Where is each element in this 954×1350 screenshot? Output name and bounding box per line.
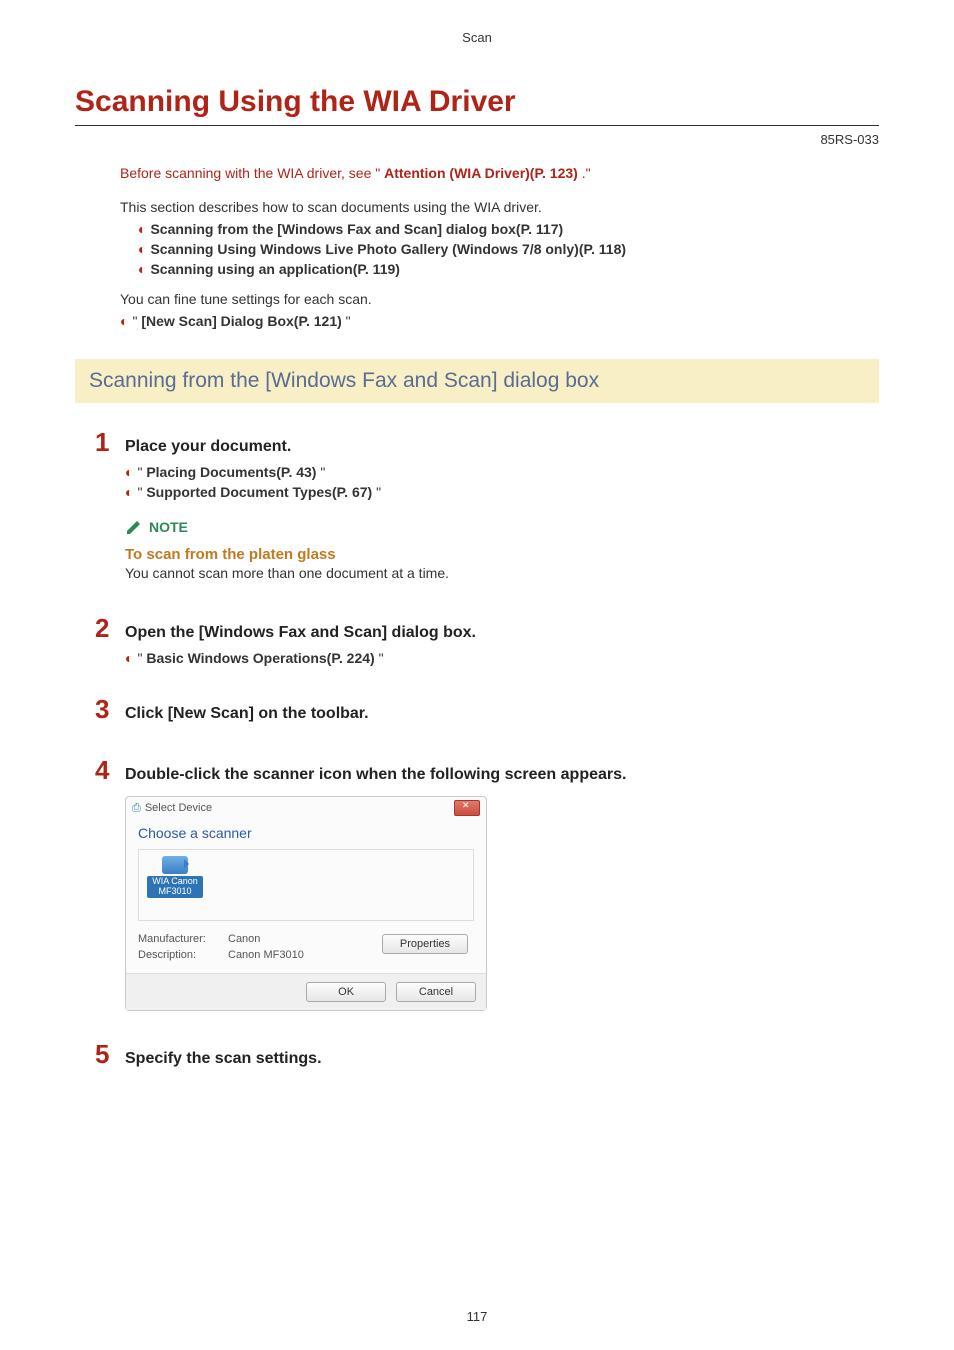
step-3-title: Click [New Scan] on the toolbar. (125, 705, 369, 723)
step-1-number: 1 (95, 429, 125, 455)
step-5: 5 Specify the scan settings. (95, 1041, 879, 1068)
bullet-icon: ◐ (125, 650, 133, 666)
step-5-title: Specify the scan settings. (125, 1050, 322, 1068)
intro2-link[interactable]: ◐" [New Scan] Dialog Box(P. 121) " (120, 313, 859, 329)
step-3: 3 Click [New Scan] on the toolbar. (95, 696, 879, 723)
warning-line: Before scanning with the WIA driver, see… (120, 165, 859, 181)
properties-button[interactable]: Properties (382, 934, 468, 954)
breadcrumb: Scan (75, 30, 879, 45)
step-4: 4 Double-click the scanner icon when the… (95, 757, 879, 784)
bullet-icon: ◐ (138, 261, 146, 277)
intro-link-1-text: Scanning from the [Windows Fax and Scan]… (150, 221, 563, 237)
bullet-icon: ◐ (138, 221, 146, 237)
description-key: Description: (138, 949, 228, 961)
intro2-link-text: [New Scan] Dialog Box(P. 121) (141, 313, 341, 329)
page-number: 117 (0, 1309, 954, 1324)
scanner-device-item[interactable]: WIA Canon MF3010 (147, 856, 203, 898)
step-4-title: Double-click the scanner icon when the f… (125, 766, 626, 784)
step-2-number: 2 (95, 615, 125, 641)
bullet-icon: ◐ (125, 484, 133, 500)
cancel-button[interactable]: Cancel (396, 982, 476, 1002)
scanner-device-label: WIA Canon MF3010 (147, 876, 203, 898)
bullet-icon: ◐ (120, 313, 128, 329)
note-label: NOTE (125, 518, 545, 536)
step-1-title: Place your document. (125, 438, 291, 456)
dialog-title: Select Device (145, 802, 212, 814)
select-device-dialog: ⎙ Select Device Choose a scanner WIA Can… (125, 796, 487, 1011)
step-1: 1 Place your document. (95, 429, 879, 456)
warning-pre: Before scanning with the WIA driver, see… (120, 165, 384, 181)
warning-post: ." (578, 165, 591, 181)
step-2: 2 Open the [Windows Fax and Scan] dialog… (95, 615, 879, 642)
bullet-icon: ◐ (138, 241, 146, 257)
pencil-icon (125, 518, 143, 536)
dialog-footer: OK Cancel (126, 973, 486, 1010)
dialog-heading: Choose a scanner (138, 825, 474, 841)
page-title: Scanning Using the WIA Driver (75, 85, 879, 126)
step1-link-2-text: Supported Document Types(P. 67) (146, 484, 372, 500)
note-subtitle: To scan from the platen glass (125, 546, 545, 563)
step1-link-1-text: Placing Documents(P. 43) (146, 464, 316, 480)
dialog-titlebar: ⎙ Select Device (126, 797, 486, 819)
step1-link-2[interactable]: ◐" Supported Document Types(P. 67) " (125, 484, 879, 500)
intro-link-2[interactable]: ◐Scanning Using Windows Live Photo Galle… (138, 241, 859, 257)
step-5-number: 5 (95, 1041, 125, 1067)
scanner-list: WIA Canon MF3010 (138, 849, 474, 921)
section-heading: Scanning from the [Windows Fax and Scan]… (75, 359, 879, 403)
step-3-number: 3 (95, 696, 125, 722)
note-body: You cannot scan more than one document a… (125, 565, 545, 581)
intro-link-3-text: Scanning using an application(P. 119) (150, 261, 399, 277)
step1-link-1[interactable]: ◐" Placing Documents(P. 43) " (125, 464, 879, 480)
manufacturer-key: Manufacturer: (138, 933, 228, 945)
scanner-mini-icon: ⎙ (132, 802, 141, 815)
intro-text-2: You can fine tune settings for each scan… (120, 291, 859, 307)
q-open: " (132, 313, 141, 329)
note-label-text: NOTE (149, 519, 188, 535)
ok-button[interactable]: OK (306, 982, 386, 1002)
note-block: NOTE To scan from the platen glass You c… (125, 518, 545, 581)
warning-link[interactable]: Attention (WIA Driver)(P. 123) (384, 165, 578, 181)
step2-link-1-text: Basic Windows Operations(P. 224) (146, 650, 374, 666)
intro-link-2-text: Scanning Using Windows Live Photo Galler… (150, 241, 626, 257)
intro-link-1[interactable]: ◐Scanning from the [Windows Fax and Scan… (138, 221, 859, 237)
scanner-icon (162, 856, 188, 874)
doc-id: 85RS-033 (75, 132, 879, 147)
bullet-icon: ◐ (125, 464, 133, 480)
manufacturer-value: Canon (228, 933, 260, 945)
q-close: " (342, 313, 351, 329)
description-value: Canon MF3010 (228, 949, 304, 961)
step2-link-1[interactable]: ◐" Basic Windows Operations(P. 224) " (125, 650, 879, 666)
step-2-title: Open the [Windows Fax and Scan] dialog b… (125, 624, 476, 642)
intro-text-1: This section describes how to scan docum… (120, 199, 859, 215)
intro-link-3[interactable]: ◐Scanning using an application(P. 119) (138, 261, 859, 277)
step-4-number: 4 (95, 757, 125, 783)
close-icon[interactable] (454, 800, 480, 816)
